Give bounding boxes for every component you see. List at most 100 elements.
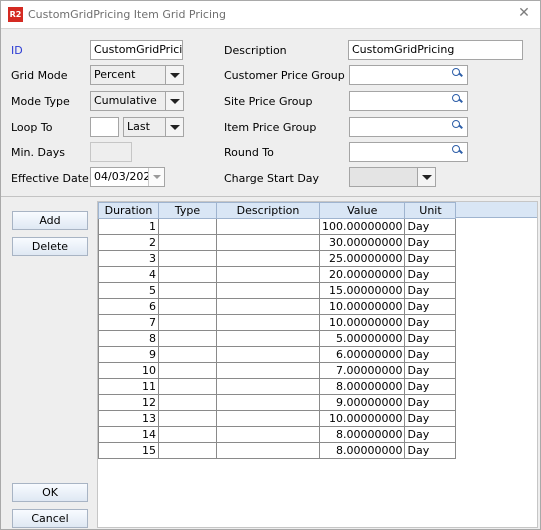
cell-type[interactable]	[158, 442, 217, 459]
table-row[interactable]: 7 10.00000000 Day	[98, 314, 457, 331]
mode-type-select[interactable]: Cumulative	[90, 91, 184, 111]
cell-description[interactable]	[216, 426, 320, 443]
cell-description[interactable]	[216, 362, 320, 379]
cell-duration[interactable]: 13	[98, 410, 159, 427]
cell-duration[interactable]: 14	[98, 426, 159, 443]
cell-unit[interactable]: Day	[404, 346, 457, 363]
cell-description[interactable]	[216, 314, 320, 331]
table-row[interactable]: 15 8.00000000 Day	[98, 442, 457, 459]
cell-description[interactable]	[216, 330, 320, 347]
search-icon[interactable]	[452, 145, 462, 155]
cell-type[interactable]	[158, 394, 217, 411]
table-row[interactable]: 1 100.00000000 Day	[98, 218, 457, 235]
customer-price-group-field[interactable]	[349, 65, 468, 85]
cell-unit[interactable]: Day	[404, 250, 457, 267]
cell-description[interactable]	[216, 266, 320, 283]
cell-value[interactable]: 9.00000000	[318, 394, 406, 411]
cell-value[interactable]: 100.00000000	[318, 218, 406, 235]
cell-unit[interactable]: Day	[404, 314, 457, 331]
close-icon[interactable]: ✕	[517, 6, 531, 20]
cell-unit[interactable]: Day	[404, 218, 457, 235]
cell-unit[interactable]: Day	[404, 442, 457, 459]
table-row[interactable]: 6 10.00000000 Day	[98, 298, 457, 315]
delete-button[interactable]: Delete	[12, 237, 88, 256]
cell-duration[interactable]: 4	[98, 266, 159, 283]
column-header-type[interactable]: Type	[158, 202, 217, 219]
cell-duration[interactable]: 10	[98, 362, 159, 379]
cell-unit[interactable]: Day	[404, 378, 457, 395]
cell-value[interactable]: 8.00000000	[318, 442, 406, 459]
cell-value[interactable]: 10.00000000	[318, 410, 406, 427]
cell-unit[interactable]: Day	[404, 410, 457, 427]
charge-start-day-select[interactable]	[349, 167, 436, 187]
table-row[interactable]: 2 30.00000000 Day	[98, 234, 457, 251]
cell-type[interactable]	[158, 314, 217, 331]
cell-unit[interactable]: Day	[404, 426, 457, 443]
search-icon[interactable]	[452, 68, 462, 78]
add-button[interactable]: Add	[12, 211, 88, 230]
cell-type[interactable]	[158, 266, 217, 283]
site-price-group-field[interactable]	[349, 91, 468, 111]
cell-value[interactable]: 8.00000000	[318, 426, 406, 443]
cell-duration[interactable]: 5	[98, 282, 159, 299]
cell-type[interactable]	[158, 346, 217, 363]
loop-to-select[interactable]: Last	[123, 117, 184, 137]
cell-type[interactable]	[158, 330, 217, 347]
cell-type[interactable]	[158, 282, 217, 299]
effective-date-picker[interactable]: 04/03/2021	[90, 167, 165, 187]
cell-duration[interactable]: 3	[98, 250, 159, 267]
table-row[interactable]: 11 8.00000000 Day	[98, 378, 457, 395]
cell-description[interactable]	[216, 378, 320, 395]
table-row[interactable]: 13 10.00000000 Day	[98, 410, 457, 427]
cancel-button[interactable]: Cancel	[12, 509, 88, 528]
round-to-field[interactable]	[349, 142, 468, 162]
cell-value[interactable]: 10.00000000	[318, 298, 406, 315]
column-header-value[interactable]: Value	[318, 202, 406, 219]
table-row[interactable]: 8 5.00000000 Day	[98, 330, 457, 347]
search-icon[interactable]	[452, 94, 462, 104]
table-row[interactable]: 12 9.00000000 Day	[98, 394, 457, 411]
cell-type[interactable]	[158, 410, 217, 427]
cell-unit[interactable]: Day	[404, 330, 457, 347]
table-row[interactable]: 5 15.00000000 Day	[98, 282, 457, 299]
cell-value[interactable]: 10.00000000	[318, 314, 406, 331]
pricing-grid[interactable]: Duration Type Description Value Unit 1 10…	[97, 201, 538, 528]
cell-value[interactable]: 15.00000000	[318, 282, 406, 299]
cell-duration[interactable]: 8	[98, 330, 159, 347]
id-field[interactable]: CustomGridPricing	[90, 40, 183, 60]
description-field[interactable]: CustomGridPricing	[348, 40, 523, 60]
cell-unit[interactable]: Day	[404, 362, 457, 379]
chevron-down-icon[interactable]	[417, 168, 435, 186]
cell-description[interactable]	[216, 298, 320, 315]
table-row[interactable]: 3 25.00000000 Day	[98, 250, 457, 267]
cell-duration[interactable]: 15	[98, 442, 159, 459]
cell-description[interactable]	[216, 218, 320, 235]
cell-value[interactable]: 6.00000000	[318, 346, 406, 363]
cell-type[interactable]	[158, 250, 217, 267]
cell-unit[interactable]: Day	[404, 282, 457, 299]
cell-description[interactable]	[216, 346, 320, 363]
column-header-description[interactable]: Description	[216, 202, 320, 219]
table-row[interactable]: 9 6.00000000 Day	[98, 346, 457, 363]
cell-duration[interactable]: 2	[98, 234, 159, 251]
cell-duration[interactable]: 12	[98, 394, 159, 411]
search-icon[interactable]	[452, 120, 462, 130]
column-header-duration[interactable]: Duration	[98, 202, 159, 219]
cell-value[interactable]: 8.00000000	[318, 378, 406, 395]
grid-mode-select[interactable]: Percent	[90, 65, 184, 85]
cell-value[interactable]: 30.00000000	[318, 234, 406, 251]
cell-value[interactable]: 25.00000000	[318, 250, 406, 267]
cell-type[interactable]	[158, 298, 217, 315]
cell-duration[interactable]: 6	[98, 298, 159, 315]
cell-description[interactable]	[216, 394, 320, 411]
cell-unit[interactable]: Day	[404, 266, 457, 283]
item-price-group-field[interactable]	[349, 117, 468, 137]
cell-type[interactable]	[158, 426, 217, 443]
table-row[interactable]: 10 7.00000000 Day	[98, 362, 457, 379]
table-row[interactable]: 4 20.00000000 Day	[98, 266, 457, 283]
cell-description[interactable]	[216, 234, 320, 251]
cell-type[interactable]	[158, 218, 217, 235]
cell-type[interactable]	[158, 234, 217, 251]
table-row[interactable]: 14 8.00000000 Day	[98, 426, 457, 443]
loop-to-field[interactable]	[90, 117, 119, 137]
